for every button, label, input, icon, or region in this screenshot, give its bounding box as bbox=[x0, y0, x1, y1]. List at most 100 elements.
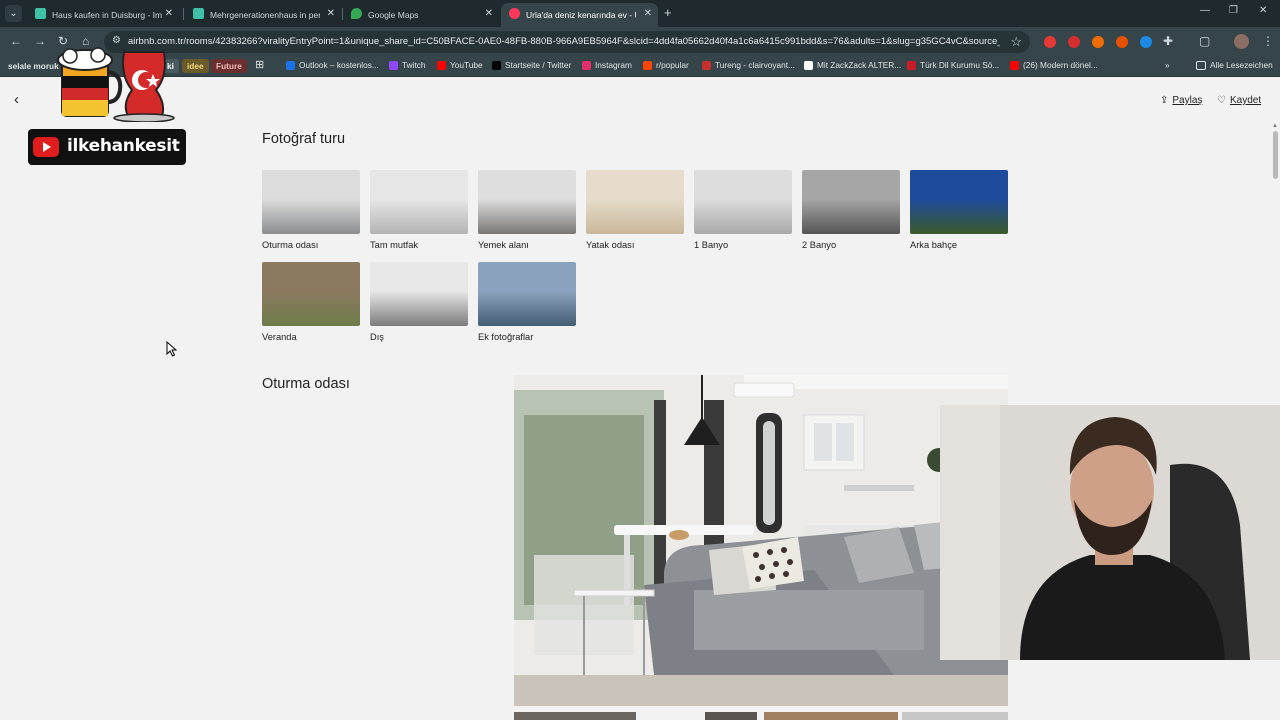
reddit-icon bbox=[643, 60, 652, 70]
extension-icon[interactable] bbox=[1140, 36, 1152, 48]
bookmark-youtube[interactable]: YouTube bbox=[437, 60, 483, 71]
thumbnail-image[interactable] bbox=[478, 170, 576, 234]
close-window-icon[interactable]: ✕ bbox=[1259, 5, 1267, 16]
thumb-2-banyo[interactable]: 2 Banyo bbox=[802, 170, 900, 250]
tab-google-maps[interactable]: Google Maps ✕ bbox=[343, 3, 499, 27]
streamer-webcam-image bbox=[940, 405, 1280, 660]
thumb-dis[interactable]: Dış bbox=[370, 262, 468, 342]
bookmark-youtube-video[interactable]: (26) Modern dönel... bbox=[1010, 60, 1098, 71]
new-tab-button[interactable]: + bbox=[664, 5, 672, 20]
scroll-up-icon[interactable]: ▲ bbox=[1272, 123, 1278, 129]
site-settings-icon[interactable]: ⚙ bbox=[112, 35, 121, 46]
bookmark-twitch[interactable]: Twitch bbox=[389, 60, 426, 71]
thumb-yemek-alani[interactable]: Yemek alanı bbox=[478, 170, 576, 250]
youtube-icon bbox=[437, 60, 446, 70]
x-twitter-icon bbox=[492, 60, 501, 70]
thumb-arka-bahce[interactable]: Arka bahçe bbox=[910, 170, 1008, 250]
youtube-icon bbox=[1010, 60, 1019, 70]
bookmark-reddit[interactable]: r/popular bbox=[643, 60, 689, 71]
forward-icon[interactable]: → bbox=[34, 34, 46, 48]
restore-icon[interactable]: ❐ bbox=[1229, 5, 1238, 16]
bookmark-label: Outlook – kostenlos... bbox=[299, 60, 379, 70]
bookmark-tdk[interactable]: Türk Dil Kurumu Sö... bbox=[907, 60, 999, 71]
bookmark-label: (26) Modern dönel... bbox=[1023, 60, 1098, 70]
save-button[interactable]: ♡ Kaydet bbox=[1217, 95, 1261, 106]
url-text[interactable]: airbnb.com.tr/rooms/42383266?viralityEnt… bbox=[128, 36, 1000, 47]
thumbnail-caption: Yemek alanı bbox=[478, 240, 529, 250]
share-button[interactable]: ⇪ Paylaş bbox=[1160, 95, 1202, 106]
extension-icon[interactable] bbox=[1044, 36, 1056, 48]
tab-title: Google Maps bbox=[368, 9, 419, 20]
twitch-icon bbox=[389, 60, 398, 70]
bookmark-folder[interactable]: Future bbox=[211, 59, 247, 73]
thumbnail-image[interactable] bbox=[262, 262, 360, 326]
bookmark-tureng[interactable]: Tureng - clairvoyant... bbox=[702, 60, 795, 71]
extensions-puzzle-icon[interactable]: ✚ bbox=[1163, 34, 1173, 48]
thumbnail-image[interactable] bbox=[586, 170, 684, 234]
thumbnail-image[interactable] bbox=[910, 170, 1008, 234]
back-icon[interactable]: ← bbox=[10, 34, 22, 48]
thumbnail-image[interactable] bbox=[802, 170, 900, 234]
airbnb-favicon-icon bbox=[509, 8, 520, 20]
profile-avatar[interactable] bbox=[1234, 34, 1249, 49]
thumbnail-image[interactable] bbox=[262, 170, 360, 234]
apps-grid-icon[interactable]: ⊞ bbox=[255, 58, 264, 71]
extension-icon[interactable] bbox=[1092, 36, 1104, 48]
living-room-photo[interactable] bbox=[514, 375, 1008, 706]
next-photo-strip bbox=[705, 712, 757, 720]
tab-airbnb-urla[interactable]: Urla'da deniz kenarında ev - Ur ✕ bbox=[501, 3, 658, 27]
thumbnail-image[interactable] bbox=[370, 170, 468, 234]
youtube-channel-banner: ilkehankesit bbox=[28, 129, 186, 165]
bookmark-label: Mit ZackZack ALTER... bbox=[817, 60, 902, 70]
more-bookmarks-icon[interactable]: » bbox=[1165, 60, 1170, 70]
tab-search-button[interactable]: ⌄ bbox=[5, 5, 22, 22]
all-bookmarks[interactable]: Alle Lesezeichen bbox=[1196, 60, 1273, 71]
extension-icon[interactable] bbox=[1116, 36, 1128, 48]
back-arrow-icon[interactable]: ‹ bbox=[14, 91, 19, 108]
thumbnail-caption: Arka bahçe bbox=[910, 240, 958, 250]
close-tab-icon[interactable]: ✕ bbox=[644, 3, 652, 25]
streamer-logo-mugs bbox=[57, 47, 175, 122]
close-tab-icon[interactable]: ✕ bbox=[165, 3, 173, 25]
extension-icon[interactable] bbox=[1068, 36, 1080, 48]
side-panel-icon[interactable]: ▢ bbox=[1199, 34, 1210, 48]
close-tab-icon[interactable]: ✕ bbox=[327, 3, 335, 25]
bookmarks-bar: selale moruk ki idee Future ⊞ Outlook – … bbox=[0, 57, 1280, 77]
scrollbar-thumb[interactable] bbox=[1273, 131, 1278, 179]
thumbnail-image[interactable] bbox=[478, 262, 576, 326]
bookmark-star-icon[interactable]: ☆ bbox=[1010, 34, 1022, 50]
bookmark-label: Instagram bbox=[595, 60, 632, 70]
thumb-yatak-odasi[interactable]: Yatak odası bbox=[586, 170, 684, 250]
bookmark-zackzack[interactable]: Mit ZackZack ALTER... bbox=[804, 60, 901, 71]
thumb-tam-mutfak[interactable]: Tam mutfak bbox=[370, 170, 468, 250]
bookmark-outlook[interactable]: Outlook – kostenlos... bbox=[286, 60, 379, 71]
bookmark-folder[interactable]: idee bbox=[182, 59, 209, 73]
outlook-icon bbox=[286, 60, 295, 70]
tab-title: Urla'da deniz kenarında ev - Ur bbox=[526, 9, 636, 20]
thumbnail-caption: Yatak odası bbox=[586, 240, 635, 250]
webcam-overlay bbox=[940, 405, 1280, 660]
close-tab-icon[interactable]: ✕ bbox=[485, 3, 493, 25]
thumbnail-image[interactable] bbox=[694, 170, 792, 234]
bookmark-instagram[interactable]: Instagram bbox=[582, 60, 632, 71]
thumb-oturma-odasi[interactable]: Oturma odası bbox=[262, 170, 360, 250]
bookmark-twitter[interactable]: Startseite / Twitter bbox=[492, 60, 571, 71]
bookmark-label: r/popular bbox=[656, 60, 689, 70]
thumbnail-caption: Oturma odası bbox=[262, 240, 319, 250]
tab-mehrgenerationenhaus[interactable]: Mehrgenerationenhaus in perfe ✕ bbox=[185, 3, 341, 27]
tab-haus-kaufen[interactable]: Haus kaufen in Duisburg - Imm ✕ bbox=[27, 3, 179, 27]
minimize-icon[interactable]: — bbox=[1200, 5, 1210, 16]
immoscout-favicon-icon bbox=[35, 8, 46, 20]
address-bar[interactable]: ⚙ airbnb.com.tr/rooms/42383266?viralityE… bbox=[104, 31, 1030, 53]
thumb-ek-fotograflar[interactable]: Ek fotoğraflar bbox=[478, 262, 576, 342]
folder-icon bbox=[1196, 60, 1206, 70]
maps-pin-icon bbox=[351, 8, 362, 20]
bookmark-folder[interactable]: selale moruk bbox=[3, 59, 64, 73]
thumb-1-banyo[interactable]: 1 Banyo bbox=[694, 170, 792, 250]
thumbnail-image[interactable] bbox=[370, 262, 468, 326]
thumb-veranda[interactable]: Veranda bbox=[262, 262, 360, 342]
save-label: Kaydet bbox=[1229, 95, 1262, 106]
bookmark-label: Twitch bbox=[402, 60, 426, 70]
chrome-menu-icon[interactable]: ⋮ bbox=[1262, 34, 1274, 48]
zackzack-icon bbox=[804, 60, 813, 70]
